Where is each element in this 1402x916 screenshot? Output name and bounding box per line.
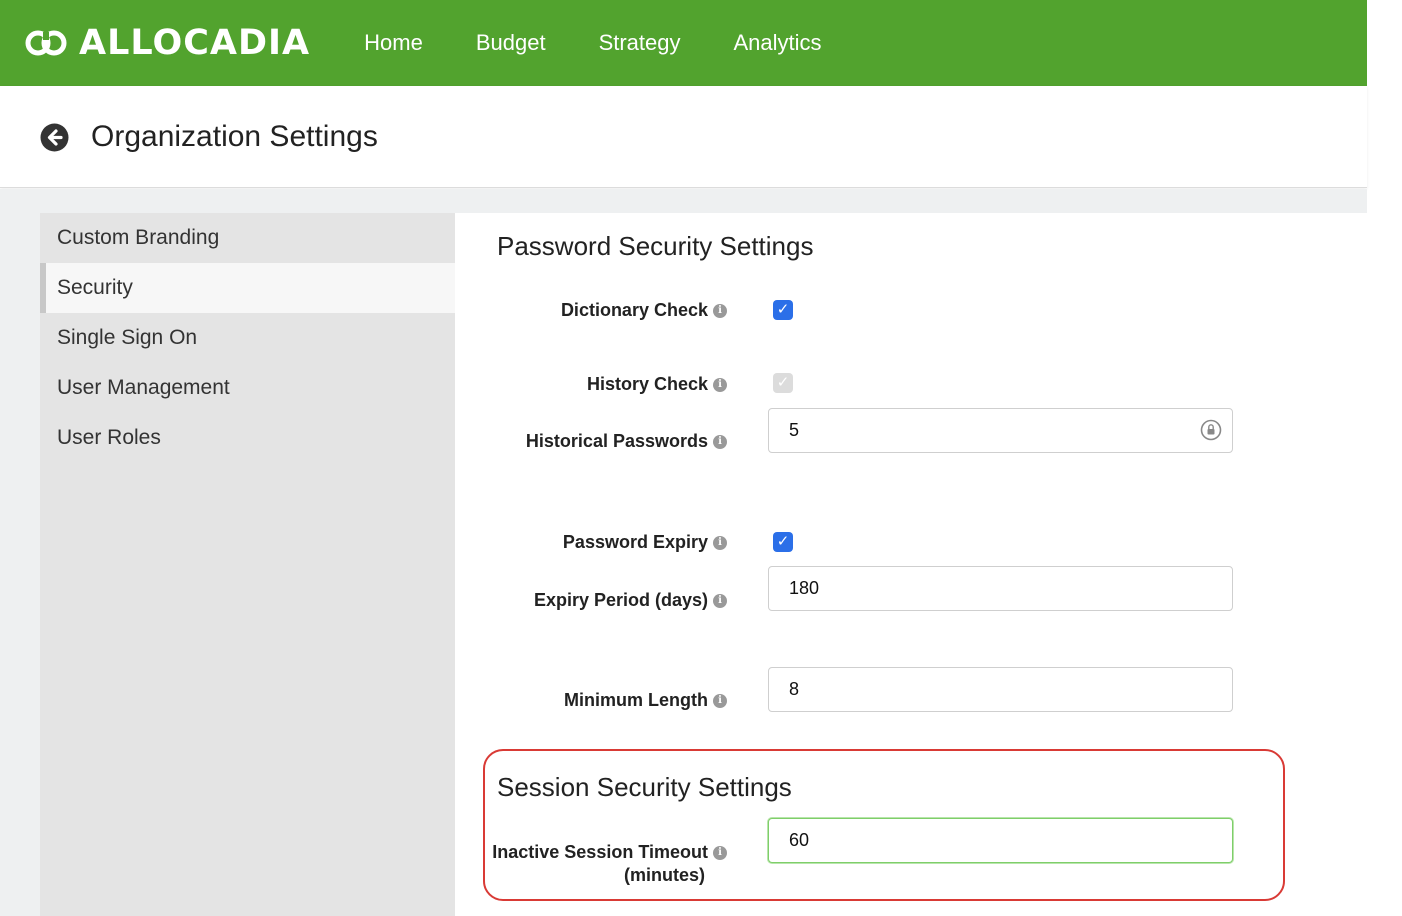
- session-timeout-text: Inactive Session Timeout: [492, 842, 708, 862]
- brand-name: ALLOCADIA: [79, 23, 311, 63]
- minimum-length-text: Minimum Length: [564, 690, 708, 710]
- nav-strategy[interactable]: Strategy: [599, 30, 681, 56]
- page-title: Organization Settings: [91, 120, 378, 153]
- sidebar-item-custom-branding[interactable]: Custom Branding: [40, 213, 455, 263]
- sidebar-item-single-sign-on[interactable]: Single Sign On: [40, 313, 455, 363]
- dictionary-check-checkbox[interactable]: ✓: [773, 300, 793, 320]
- session-timeout-unit: (minutes): [624, 865, 705, 885]
- password-expiry-text: Password Expiry: [562, 532, 708, 552]
- arrow-left-circle-icon[interactable]: [40, 123, 69, 152]
- sidebar-item-security[interactable]: Security: [40, 263, 455, 313]
- brand-logo[interactable]: ALLOCADIA: [25, 23, 310, 63]
- expiry-period-input[interactable]: 180: [768, 566, 1233, 611]
- session-timeout-input[interactable]: 60: [768, 818, 1233, 863]
- minimum-length-label: Minimum Length i: [564, 690, 727, 711]
- info-icon[interactable]: i: [713, 594, 727, 609]
- password-section-title: Password Security Settings: [497, 231, 814, 261]
- top-nav-bar: ALLOCADIA Home Budget Strategy Analytics: [0, 0, 1367, 86]
- minimum-length-value: 8: [789, 679, 800, 699]
- historical-passwords-label: Historical Passwords i: [526, 431, 727, 452]
- info-icon[interactable]: i: [713, 304, 727, 319]
- historical-passwords-text: Historical Passwords: [525, 431, 708, 451]
- info-icon[interactable]: i: [713, 694, 727, 709]
- password-expiry-checkbox[interactable]: ✓: [773, 532, 793, 552]
- nav-home[interactable]: Home: [364, 30, 423, 56]
- history-check-text: History Check: [586, 374, 708, 394]
- settings-content: Password Security Settings Dictionary Ch…: [455, 213, 1367, 916]
- minimum-length-input[interactable]: 8: [768, 667, 1233, 712]
- historical-passwords-input[interactable]: 5: [768, 408, 1233, 453]
- info-icon[interactable]: i: [713, 435, 727, 450]
- page-header: Organization Settings: [0, 86, 1367, 188]
- historical-passwords-value: 5: [789, 420, 800, 440]
- history-check-label: History Check i: [587, 374, 727, 395]
- dictionary-check-label: Dictionary Check i: [561, 300, 727, 321]
- password-manager-icon[interactable]: [1200, 419, 1222, 441]
- session-timeout-value: 60: [789, 830, 810, 850]
- session-section-title: Session Security Settings: [497, 772, 792, 802]
- session-timeout-label: Inactive Session Timeout i (minutes): [492, 841, 727, 887]
- expiry-period-label: Expiry Period (days) i: [534, 590, 727, 611]
- info-icon[interactable]: i: [713, 378, 727, 393]
- history-check-checkbox: ✓: [773, 373, 793, 393]
- info-icon[interactable]: i: [713, 536, 727, 551]
- sidebar-item-user-management[interactable]: User Management: [40, 363, 455, 413]
- expiry-period-text: Expiry Period (days): [533, 590, 708, 610]
- settings-sidebar: Custom Branding Security Single Sign On …: [40, 213, 455, 916]
- nav-budget[interactable]: Budget: [476, 30, 546, 56]
- dictionary-check-text: Dictionary Check: [560, 300, 708, 320]
- expiry-period-value: 180: [789, 578, 820, 598]
- nav-analytics[interactable]: Analytics: [734, 30, 822, 56]
- info-icon[interactable]: i: [713, 846, 727, 861]
- settings-body: Custom Branding Security Single Sign On …: [0, 189, 1367, 916]
- password-expiry-label: Password Expiry i: [563, 532, 727, 553]
- sidebar-item-user-roles[interactable]: User Roles: [40, 413, 455, 463]
- main-nav: Home Budget Strategy Analytics: [364, 30, 874, 56]
- allocadia-logo-icon: [25, 30, 67, 56]
